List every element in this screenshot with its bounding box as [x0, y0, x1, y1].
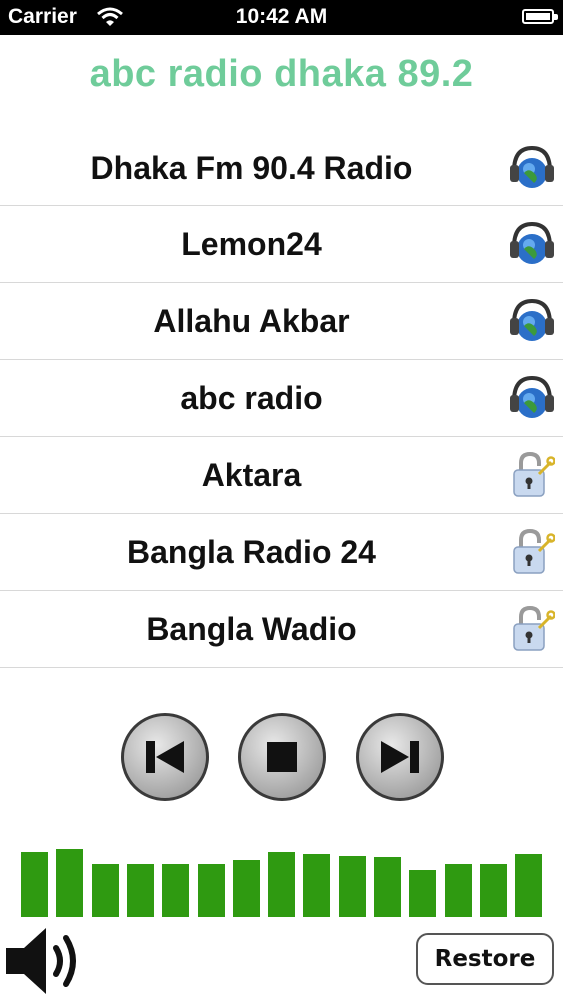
previous-button[interactable]: [121, 713, 209, 801]
station-row[interactable]: Bangla Radio 24: [0, 514, 563, 591]
equalizer-bar: [303, 854, 330, 917]
equalizer-bar: [56, 849, 83, 917]
headphones-globe-icon: [509, 373, 555, 423]
station-row[interactable]: abc radio: [0, 360, 563, 437]
equalizer-bar: [515, 854, 542, 917]
equalizer: [0, 847, 563, 917]
equalizer-bar: [480, 864, 507, 917]
equalizer-bar: [198, 864, 225, 917]
stop-button[interactable]: [238, 713, 326, 801]
equalizer-bar: [445, 864, 472, 917]
app-screen: abc radio dhaka 89.2 Dhaka Fm 90.4 Radio…: [0, 35, 563, 1000]
station-name: abc radio: [180, 380, 323, 416]
station-name: Bangla Wadio: [146, 611, 357, 647]
stop-icon: [267, 742, 297, 772]
headphones-globe-icon: [509, 296, 555, 346]
next-track-icon: [381, 741, 419, 773]
station-name: Aktara: [201, 457, 302, 493]
clock: 10:42 AM: [235, 5, 328, 28]
playback-controls: [0, 713, 563, 803]
equalizer-bar: [233, 860, 260, 917]
headphones-globe-icon: [509, 219, 555, 269]
station-list[interactable]: Dhaka Fm 90.4 Radio Lemon24 Allahu Akbar…: [0, 130, 563, 726]
equalizer-bar: [409, 870, 436, 917]
equalizer-bar: [374, 857, 401, 917]
equalizer-bar: [21, 852, 48, 917]
battery-icon: [522, 9, 558, 24]
station-name: Dhaka Fm 90.4 Radio: [90, 150, 413, 186]
padlock-icon: [509, 450, 556, 500]
now-playing-title: abc radio dhaka 89.2: [89, 53, 474, 95]
headphones-globe-icon: [509, 143, 555, 193]
padlock-icon: [509, 604, 556, 654]
station-name: Bangla Radio 24: [127, 534, 376, 570]
equalizer-bar: [162, 864, 189, 917]
station-row[interactable]: Dhaka Fm 90.4 Radio: [0, 130, 563, 206]
status-bar: Carrier 10:42 AM: [0, 0, 563, 35]
station-row[interactable]: Aktara: [0, 437, 563, 514]
equalizer-bar: [92, 864, 119, 917]
equalizer-bar: [339, 856, 366, 917]
station-row[interactable]: Bangla Wadio: [0, 591, 563, 668]
equalizer-bar: [127, 864, 154, 917]
next-button[interactable]: [356, 713, 444, 801]
station-name: Lemon24: [181, 226, 322, 262]
station-row[interactable]: Lemon24: [0, 206, 563, 283]
padlock-icon: [509, 527, 556, 577]
restore-button[interactable]: Restore: [416, 933, 554, 985]
speaker-icon[interactable]: [2, 920, 94, 1000]
station-name: Allahu Akbar: [153, 303, 350, 339]
station-row[interactable]: Allahu Akbar: [0, 283, 563, 360]
previous-track-icon: [146, 741, 184, 773]
equalizer-bar: [268, 852, 295, 917]
